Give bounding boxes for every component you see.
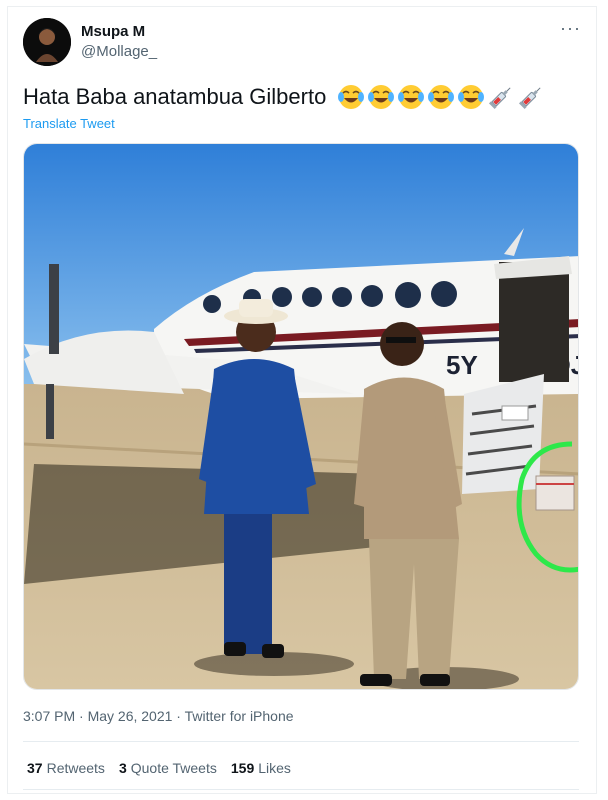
more-options-icon[interactable]: ··· (560, 18, 581, 39)
divider (23, 789, 579, 790)
face-with-tears-of-joy-icon (458, 85, 484, 109)
tweet-text: Hata Baba anatambua Gilberto (23, 84, 327, 109)
author-name[interactable]: Msupa M (81, 23, 145, 40)
tweet-emojis (337, 82, 545, 112)
tweet-photo[interactable]: 5Y DJ (23, 143, 579, 690)
author-handle[interactable]: @Mollage_ (81, 43, 157, 60)
avatar[interactable] (23, 18, 71, 66)
syringe-icon (488, 87, 511, 110)
likes-count: 159 (230, 760, 255, 776)
face-with-tears-of-joy-icon (338, 85, 364, 109)
retweets-count: 37 (27, 760, 43, 776)
face-with-tears-of-joy-icon (398, 85, 424, 109)
translate-tweet-link[interactable]: Translate Tweet (23, 116, 115, 131)
retweets-label: Retweets (46, 760, 105, 776)
face-with-tears-of-joy-icon (428, 85, 454, 109)
quote-tweets-label: Quote Tweets (130, 760, 217, 776)
divider (23, 741, 579, 742)
box (535, 475, 575, 511)
registration-text: 5Y (446, 350, 478, 380)
likes-stat[interactable]: 159 Likes (231, 760, 291, 776)
face-with-tears-of-joy-icon (368, 85, 394, 109)
tweet-timestamp[interactable]: 3:07 PM · May 26, 2021 · Twitter for iPh… (23, 708, 294, 724)
quote-tweets-count: 3 (118, 760, 127, 776)
likes-label: Likes (258, 760, 291, 776)
quote-tweets-stat[interactable]: 3 Quote Tweets (119, 760, 217, 776)
syringe-icon (518, 87, 541, 110)
tweet-stats: 37 Retweets 3 Quote Tweets 159 Likes (27, 760, 291, 776)
retweets-stat[interactable]: 37 Retweets (27, 760, 105, 776)
